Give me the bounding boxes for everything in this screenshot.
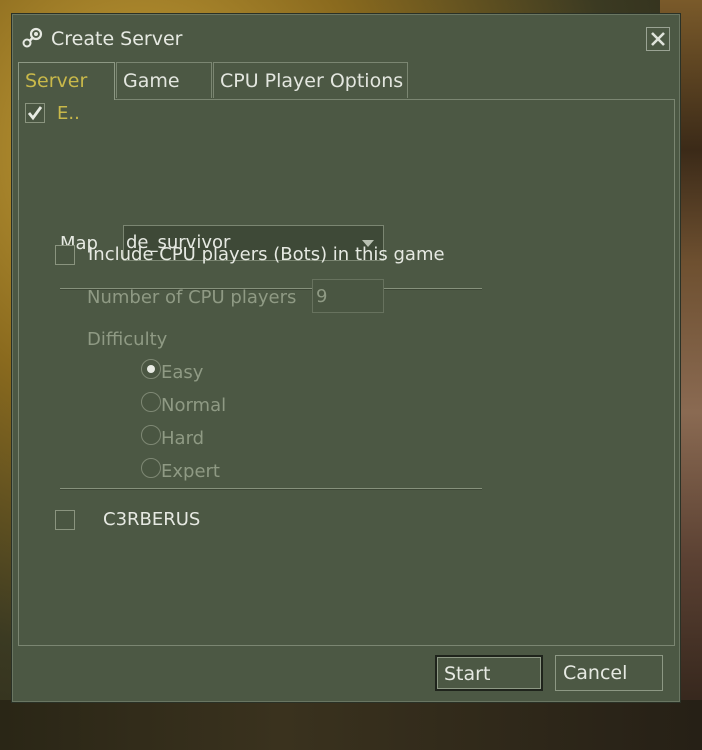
divider xyxy=(60,488,482,490)
close-icon xyxy=(651,32,665,46)
tab-cpu-player-options[interactable]: CPU Player Options xyxy=(213,62,408,98)
difficulty-label: Difficulty xyxy=(87,329,168,350)
num-cpu-label: Number of CPU players xyxy=(87,287,297,308)
difficulty-expert-radio[interactable] xyxy=(141,458,161,478)
e-checkbox-label: E.. xyxy=(57,103,80,124)
num-cpu-input[interactable]: 9 xyxy=(312,279,384,313)
server-tab-panel: E.. Map de_survivor Include CPU players … xyxy=(18,99,675,646)
steam-icon xyxy=(21,27,43,49)
create-server-dialog: Create Server Server Game CPU Player Opt… xyxy=(12,14,680,702)
title-bar[interactable]: Create Server xyxy=(13,15,679,65)
difficulty-easy-label: Easy xyxy=(161,362,204,383)
start-button[interactable]: Start xyxy=(435,655,543,691)
difficulty-easy-radio[interactable] xyxy=(141,359,161,379)
background-scene-bottom xyxy=(0,700,702,750)
num-cpu-value: 9 xyxy=(316,286,328,307)
difficulty-hard-radio[interactable] xyxy=(141,425,161,445)
cancel-button[interactable]: Cancel xyxy=(555,655,663,691)
difficulty-normal-radio[interactable] xyxy=(141,392,161,412)
include-bots-label: Include CPU players (Bots) in this game xyxy=(88,244,445,265)
tab-game[interactable]: Game xyxy=(116,62,212,98)
include-bots-checkbox[interactable] xyxy=(55,245,75,265)
difficulty-hard-label: Hard xyxy=(161,428,205,449)
window-title: Create Server xyxy=(51,28,183,50)
e-checkbox[interactable] xyxy=(25,103,45,123)
difficulty-expert-label: Expert xyxy=(161,461,220,482)
checkmark-icon xyxy=(27,106,43,121)
tab-server[interactable]: Server xyxy=(18,62,115,100)
close-button[interactable] xyxy=(646,27,670,51)
difficulty-normal-label: Normal xyxy=(161,395,227,416)
c3rberus-checkbox[interactable] xyxy=(55,510,75,530)
c3rberus-label: C3RBERUS xyxy=(103,509,201,530)
